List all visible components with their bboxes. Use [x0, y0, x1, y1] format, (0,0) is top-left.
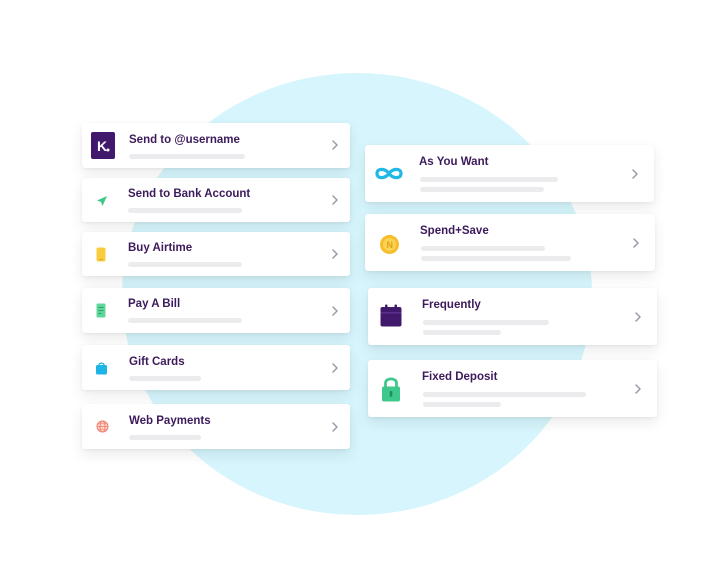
- placeholder-line: [129, 376, 201, 381]
- pay-a-bill-item[interactable]: Pay A Bill: [82, 288, 350, 333]
- kuda-logo-icon: K: [91, 132, 115, 159]
- frequently-item[interactable]: Frequently: [368, 288, 657, 345]
- item-label: Web Payments: [129, 415, 211, 427]
- svg-text:K: K: [97, 138, 107, 154]
- chevron-right-icon: [332, 140, 338, 150]
- placeholder-line: [423, 402, 501, 407]
- calendar-icon: [380, 304, 402, 327]
- send-to-bank-account-item[interactable]: Send to Bank Account: [82, 178, 350, 222]
- web-payments-item[interactable]: Web Payments: [82, 404, 350, 449]
- chevron-right-icon: [332, 306, 338, 316]
- infinity-icon: [374, 166, 404, 181]
- placeholder-line: [423, 330, 501, 335]
- placeholder-line: [128, 318, 242, 323]
- coin-icon: N: [379, 234, 400, 255]
- placeholder-line: [423, 392, 586, 397]
- item-label: As You Want: [419, 156, 489, 168]
- item-label: Fixed Deposit: [422, 371, 498, 383]
- as-you-want-item[interactable]: As You Want: [365, 145, 654, 202]
- item-label: Pay A Bill: [128, 298, 181, 310]
- buy-airtime-item[interactable]: Buy Airtime: [82, 232, 350, 276]
- chevron-right-icon: [633, 238, 639, 248]
- placeholder-line: [128, 208, 242, 213]
- placeholder-line: [421, 246, 545, 251]
- chevron-right-icon: [332, 249, 338, 259]
- placeholder-line: [128, 262, 242, 267]
- item-label: Spend+Save: [420, 225, 489, 237]
- placeholder-line: [129, 154, 245, 159]
- chevron-right-icon: [332, 195, 338, 205]
- fixed-deposit-item[interactable]: Fixed Deposit: [368, 360, 657, 417]
- placeholder-line: [420, 177, 558, 182]
- chevron-right-icon: [632, 169, 638, 179]
- phone-icon: [96, 247, 106, 262]
- item-label: Send to @username: [129, 134, 240, 146]
- placeholder-line: [423, 320, 549, 325]
- spend-save-item[interactable]: N Spend+Save: [365, 214, 655, 271]
- send-to-username-item[interactable]: K Send to @username: [82, 123, 350, 168]
- svg-text:N: N: [387, 240, 394, 250]
- chevron-right-icon: [635, 384, 641, 394]
- chevron-right-icon: [635, 312, 641, 322]
- item-label: Frequently: [422, 299, 481, 311]
- gift-cards-item[interactable]: Gift Cards: [82, 345, 350, 390]
- padlock-icon: [381, 376, 401, 402]
- globe-icon: [96, 420, 109, 433]
- placeholder-line: [420, 187, 544, 192]
- placeholder-line: [421, 256, 571, 261]
- placeholder-line: [129, 435, 201, 440]
- item-label: Gift Cards: [129, 356, 185, 368]
- chevron-right-icon: [332, 363, 338, 373]
- item-label: Buy Airtime: [128, 242, 193, 254]
- paper-plane-icon: [96, 194, 108, 206]
- shopping-bag-icon: [95, 361, 108, 375]
- item-label: Send to Bank Account: [128, 188, 251, 200]
- receipt-icon: [96, 303, 106, 318]
- chevron-right-icon: [332, 422, 338, 432]
